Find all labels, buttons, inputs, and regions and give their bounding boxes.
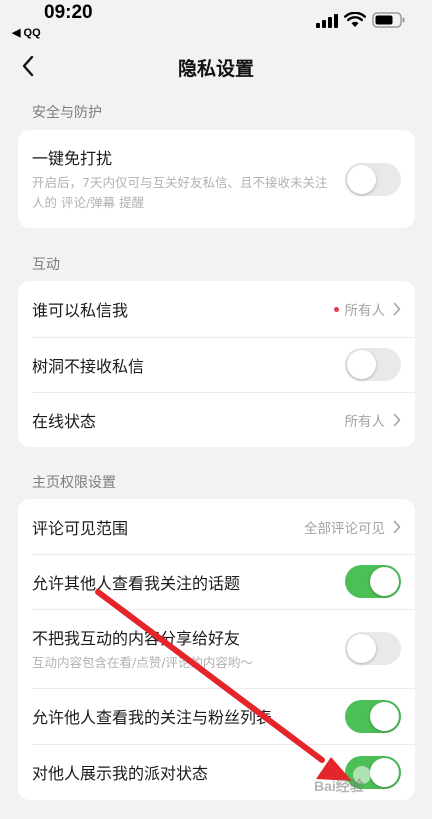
share-toggle[interactable] xyxy=(345,632,401,665)
back-to-app-link[interactable]: ◀ QQ xyxy=(12,26,41,39)
row-title: 树洞不接收私信 xyxy=(32,356,145,376)
row-title: 谁可以私信我 xyxy=(32,301,129,320)
section-header-homepage: 主页权限设置 xyxy=(32,475,116,491)
watermark: Bai经验 xyxy=(314,778,364,794)
status-time: 09:20 xyxy=(44,2,93,23)
do-not-disturb-toggle[interactable] xyxy=(345,162,401,196)
row-description: 互动内容包含在看/点赞/评论的内容哟～ xyxy=(32,654,253,670)
row-title: 一键免打扰 xyxy=(32,149,113,168)
row-title: 评论可见范围 xyxy=(32,518,129,538)
row-value: 所有人 xyxy=(344,413,386,430)
row-comment-visibility[interactable]: 评论可见范围 全部评论可见 xyxy=(18,499,415,554)
notification-dot xyxy=(333,306,339,312)
wifi-icon xyxy=(344,12,366,27)
card-interaction: 谁可以私信我 所有人 树洞不接收私信 在线状态 所有人 xyxy=(18,281,415,447)
row-title: 允许其他人查看我关注的话题 xyxy=(32,573,241,593)
row-who-can-message[interactable]: 谁可以私信我 所有人 xyxy=(18,281,415,337)
row-follow-list: 允许他人查看我的关注与粉丝列表 xyxy=(18,688,415,744)
row-title: 对他人展示我的派对状态 xyxy=(32,764,209,783)
row-title: 允许他人查看我的关注与粉丝列表 xyxy=(32,708,273,727)
chevron-right-icon xyxy=(393,413,401,426)
row-value: 所有人 xyxy=(344,303,386,319)
row-title: 在线状态 xyxy=(32,411,97,431)
follow-list-toggle[interactable] xyxy=(345,699,401,733)
treehole-toggle[interactable] xyxy=(345,348,401,381)
row-title: 不把我互动的内容分享给好友 xyxy=(32,628,241,648)
card-homepage: 评论可见范围 全部评论可见 允许其他人查看我关注的话题 不把我互动的内容分享给好… xyxy=(18,499,415,800)
section-header-security: 安全与防护 xyxy=(32,105,102,121)
card-security: 一键免打扰 开启后，7天内仅可与互关好友私信、且不接收未关注人的 评论/弹幕 提… xyxy=(18,130,415,228)
row-do-not-disturb: 一键免打扰 开启后，7天内仅可与互关好友私信、且不接收未关注人的 评论/弹幕 提… xyxy=(18,130,415,228)
row-value: 全部评论可见 xyxy=(304,520,385,537)
cellular-signal-icon xyxy=(316,14,338,28)
row-share: 不把我互动的内容分享给好友 互动内容包含在看/点赞/评论的内容哟～ xyxy=(18,609,415,688)
row-topics: 允许其他人查看我关注的话题 xyxy=(18,554,415,609)
battery-icon xyxy=(372,12,405,28)
status-bar: 09:20 ◀ QQ xyxy=(0,0,432,44)
page-title: 隐私设置 xyxy=(177,58,254,80)
nav-bar: 隐私设置 xyxy=(0,44,432,88)
row-description: 开启后，7天内仅可与互关好友私信、且不接收未关注人的 评论/弹幕 提醒 xyxy=(32,175,328,210)
topics-toggle[interactable] xyxy=(345,565,401,598)
section-header-interaction: 互动 xyxy=(32,257,60,273)
chevron-right-icon xyxy=(393,302,401,316)
row-treehole: 树洞不接收私信 xyxy=(18,337,415,392)
chevron-right-icon xyxy=(393,520,401,533)
row-online-status[interactable]: 在线状态 所有人 xyxy=(18,392,415,447)
